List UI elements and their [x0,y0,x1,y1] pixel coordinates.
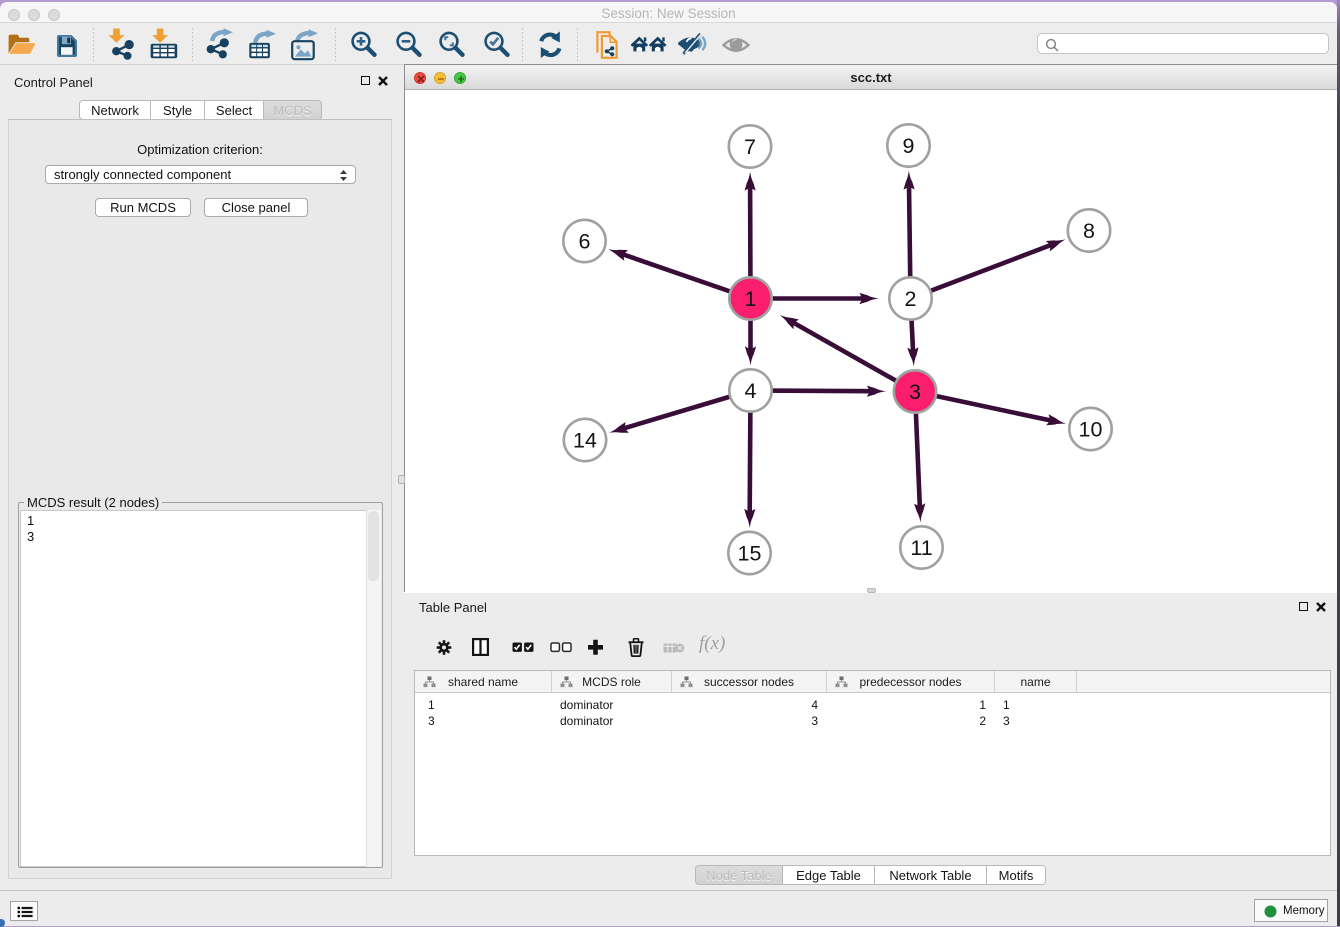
svg-text:10: 10 [1079,417,1103,441]
svg-text:14: 14 [573,428,597,452]
svg-text:1: 1 [745,287,757,311]
svg-text:3: 3 [909,380,921,404]
svg-text:8: 8 [1083,219,1095,243]
svg-text:11: 11 [910,536,932,560]
svg-text:6: 6 [579,229,591,253]
svg-text:9: 9 [903,134,915,158]
svg-text:4: 4 [745,379,757,403]
svg-text:7: 7 [744,135,756,159]
svg-text:2: 2 [905,287,917,311]
svg-text:15: 15 [738,541,762,565]
